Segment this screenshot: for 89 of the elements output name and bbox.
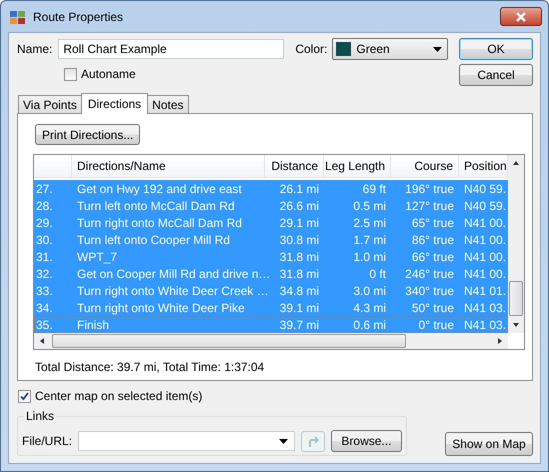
table-cell-text: WPT_7 — [76, 250, 118, 264]
table-cell-text: 65° true — [410, 216, 455, 230]
table-cell-text: N41 03. — [463, 318, 508, 332]
table-cell-text: 0° true — [418, 318, 455, 332]
close-icon — [515, 12, 527, 22]
table-cell-text: N41 00. — [463, 232, 508, 246]
table-cell-text: N40 59. — [463, 182, 508, 196]
table-cell-text: 31.8 mi — [278, 266, 320, 280]
table-cell-text: 2.5 mi — [352, 216, 387, 230]
file-url-label: File/URL: — [22, 434, 72, 448]
table-cell-text: Turn right onto McCall Dam Rd — [76, 216, 243, 230]
table-cell-text: 39.7 mi — [278, 318, 320, 332]
color-swatch — [336, 42, 352, 56]
row-number: 32. — [35, 266, 54, 280]
table-cell-text: N41 03. — [463, 300, 508, 314]
column-header[interactable]: Leg Length — [324, 155, 391, 177]
table-cell-text: 39.1 mi — [278, 300, 320, 314]
app-icon — [9, 8, 27, 24]
autoname-label: Autoname — [81, 67, 136, 81]
tab[interactable]: Notes — [147, 95, 189, 113]
ok-button[interactable]: OK — [459, 38, 533, 60]
row-number: 27. — [35, 182, 54, 196]
table-cell-text: 0.5 mi — [352, 198, 387, 212]
color-label: Color: — [295, 42, 328, 56]
cancel-button[interactable]: Cancel — [459, 64, 533, 86]
table-cell-text: 127° true — [404, 198, 455, 212]
table-cell-text: 246° true — [404, 266, 455, 280]
table-cell-text: 0 ft — [368, 266, 387, 280]
autoname-checkbox[interactable] — [64, 68, 77, 80]
table-cell-text: 3.0 mi — [352, 284, 387, 298]
table-cell-text: 340° true — [404, 284, 455, 298]
table-cell-text: N41 01. — [463, 284, 508, 298]
column-header[interactable]: Directions/Name — [72, 155, 265, 177]
table-cell-text: 86° true — [410, 232, 455, 246]
scroll-thumb[interactable] — [509, 281, 523, 316]
table-cell-text: N41 00. — [463, 250, 508, 264]
row-number: 33. — [35, 284, 54, 298]
scroll-thumb[interactable] — [52, 334, 406, 348]
row-number: 28. — [35, 198, 54, 212]
table-cell-text: Turn left onto Cooper Mill Rd — [76, 232, 231, 246]
name-label: Name: — [17, 42, 52, 56]
dropdown-arrow-icon — [433, 46, 442, 52]
horizontal-scrollbar[interactable] — [34, 333, 508, 349]
name-field[interactable]: Roll Chart Example — [58, 39, 284, 59]
table-cell-text: 66° true — [410, 250, 455, 264]
table-cell-text: 0.6 mi — [352, 318, 387, 332]
row-number: 31. — [35, 250, 54, 264]
file-url-field[interactable] — [78, 431, 296, 451]
go-button[interactable] — [301, 430, 325, 452]
dropdown-arrow-icon — [279, 438, 288, 444]
column-header[interactable]: Distance — [265, 155, 324, 177]
table-cell-text: 1.7 mi — [352, 232, 387, 246]
row-number: 34. — [35, 300, 54, 314]
tab[interactable]: Via Points — [18, 95, 82, 113]
center-map-checkbox[interactable] — [18, 390, 31, 402]
table-cell-text: 50° true — [410, 300, 455, 314]
totals-text: Total Distance: 39.7 mi, Total Time: 1:37:04 — [35, 360, 266, 374]
table-cell-text: 29.1 mi — [278, 216, 320, 230]
close-button[interactable] — [500, 7, 542, 26]
table-cell-text: Get on Hwy 192 and drive east — [76, 182, 243, 196]
table-cell-text: 4.3 mi — [352, 300, 387, 314]
vertical-scrollbar[interactable] — [508, 155, 524, 333]
table-cell-text: N41 00. — [463, 216, 508, 230]
browse-button[interactable]: Browse... — [330, 430, 402, 452]
column-header[interactable]: Course — [391, 155, 459, 177]
center-map-label: Center map on selected item(s) — [35, 389, 202, 403]
table-cell-text: Turn left onto McCall Dam Rd — [76, 198, 236, 212]
table-cell-text: 69 ft — [362, 182, 387, 196]
row-number: 30. — [35, 232, 54, 246]
show-on-map-button[interactable]: Show on Map — [445, 432, 533, 456]
row-number: 29. — [35, 216, 54, 230]
table-cell-text: 34.8 mi — [278, 284, 320, 298]
table-cell-text: 196° true — [404, 182, 455, 196]
table-cell-text: 1.0 mi — [352, 250, 387, 264]
table-cell-text: 26.1 mi — [278, 182, 320, 196]
table-cell-text: 31.8 mi — [278, 250, 320, 264]
table-cell-text: N40 59. — [463, 198, 508, 212]
table-cell-text: N41 00. — [463, 266, 508, 280]
links-title: Links — [24, 409, 56, 423]
table-cell-text: 30.8 mi — [278, 232, 320, 246]
tab[interactable]: Directions — [80, 93, 148, 114]
table-cell-text: Finish — [76, 318, 110, 332]
print-directions-button[interactable]: Print Directions... — [35, 124, 140, 145]
table-cell-text: Turn right onto White Deer Creek … — [76, 284, 265, 298]
table-cell-text: Turn right onto White Deer Pike — [76, 300, 246, 314]
window-title: Route Properties — [33, 10, 124, 24]
row-number: 35. — [35, 318, 54, 332]
table-cell-text: 26.6 mi — [278, 198, 320, 212]
color-dropdown[interactable]: Green — [332, 38, 448, 60]
